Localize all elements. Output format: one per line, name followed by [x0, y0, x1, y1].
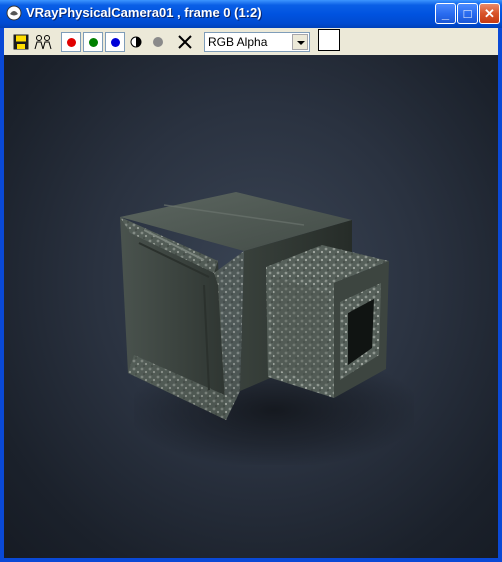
alpha-channel-icon[interactable]: [152, 36, 164, 48]
window-title: VRayPhysicalCamera01 , frame 0 (1:2): [26, 5, 262, 20]
red-channel-icon: [67, 38, 76, 47]
minimize-button[interactable]: _: [435, 3, 456, 24]
pixel-color-swatch[interactable]: [318, 29, 340, 51]
maximize-icon: □: [463, 6, 472, 21]
blue-channel-icon: [111, 38, 120, 47]
minimize-icon: _: [441, 6, 450, 21]
green-channel-icon: [89, 38, 98, 47]
render-frame-window: VRayPhysicalCamera01 , frame 0 (1:2) _ □…: [0, 0, 502, 562]
save-icon[interactable]: [13, 34, 29, 50]
chevron-down-icon[interactable]: [292, 34, 308, 50]
blue-channel-button[interactable]: [105, 32, 125, 52]
render-viewport[interactable]: [4, 55, 498, 558]
display-channel-value: RGB Alpha: [208, 35, 268, 49]
display-channel-select[interactable]: RGB Alpha: [204, 32, 310, 52]
window-bottom-border: [0, 558, 502, 562]
metal-box-model-icon: [120, 192, 389, 420]
monochrome-icon[interactable]: [130, 36, 142, 48]
clone-icon[interactable]: [34, 34, 52, 50]
maximize-button[interactable]: □: [457, 3, 478, 24]
red-channel-button[interactable]: [61, 32, 81, 52]
green-channel-button[interactable]: [83, 32, 103, 52]
clear-icon[interactable]: [178, 35, 192, 49]
title-bar[interactable]: VRayPhysicalCamera01 , frame 0 (1:2) _ □…: [0, 0, 502, 28]
frame-toolbar: RGB Alpha: [4, 28, 498, 55]
close-icon: ✕: [484, 6, 495, 21]
app-teapot-icon: [6, 5, 22, 21]
close-button[interactable]: ✕: [479, 3, 500, 24]
